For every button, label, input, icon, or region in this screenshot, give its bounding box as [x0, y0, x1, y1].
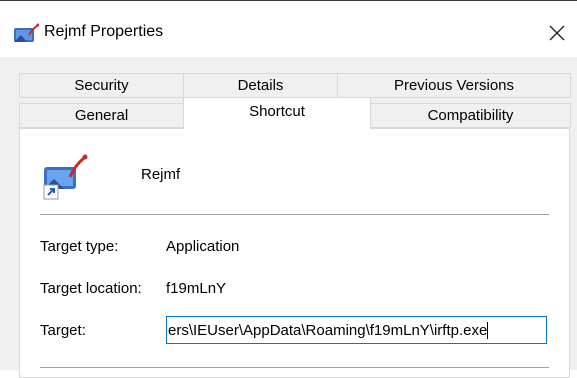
separator [40, 214, 549, 215]
target-type-value: Application [166, 238, 240, 255]
target-type-label: Target type: [40, 238, 119, 255]
target-field-text: ers\IEUser\AppData\Roaming\f19mLnY\irftp… [168, 321, 488, 339]
window-title: Rejmf Properties [44, 23, 164, 40]
title-bar: Rejmf Properties [0, 1, 577, 57]
tab-security[interactable]: Security [19, 73, 184, 98]
tab-compatibility[interactable]: Compatibility [370, 103, 571, 128]
text-caret [487, 321, 489, 339]
tab-general[interactable]: General [19, 103, 184, 128]
shortcut-name: Rejmf [141, 166, 181, 183]
separator-bottom [40, 367, 549, 368]
tab-details[interactable]: Details [183, 73, 338, 98]
close-icon [549, 25, 565, 41]
shortcut-app-icon [13, 23, 40, 45]
app-large-icon [40, 151, 90, 201]
tab-previous-versions[interactable]: Previous Versions [337, 73, 571, 98]
target-label: Target: [40, 322, 86, 339]
close-button[interactable] [538, 14, 576, 52]
target-location-value: f19mLnY [166, 280, 227, 297]
tab-shortcut[interactable]: Shortcut [183, 97, 371, 129]
target-field[interactable]: ers\IEUser\AppData\Roaming\f19mLnY\irftp… [166, 316, 547, 344]
target-location-label: Target location: [40, 280, 142, 297]
